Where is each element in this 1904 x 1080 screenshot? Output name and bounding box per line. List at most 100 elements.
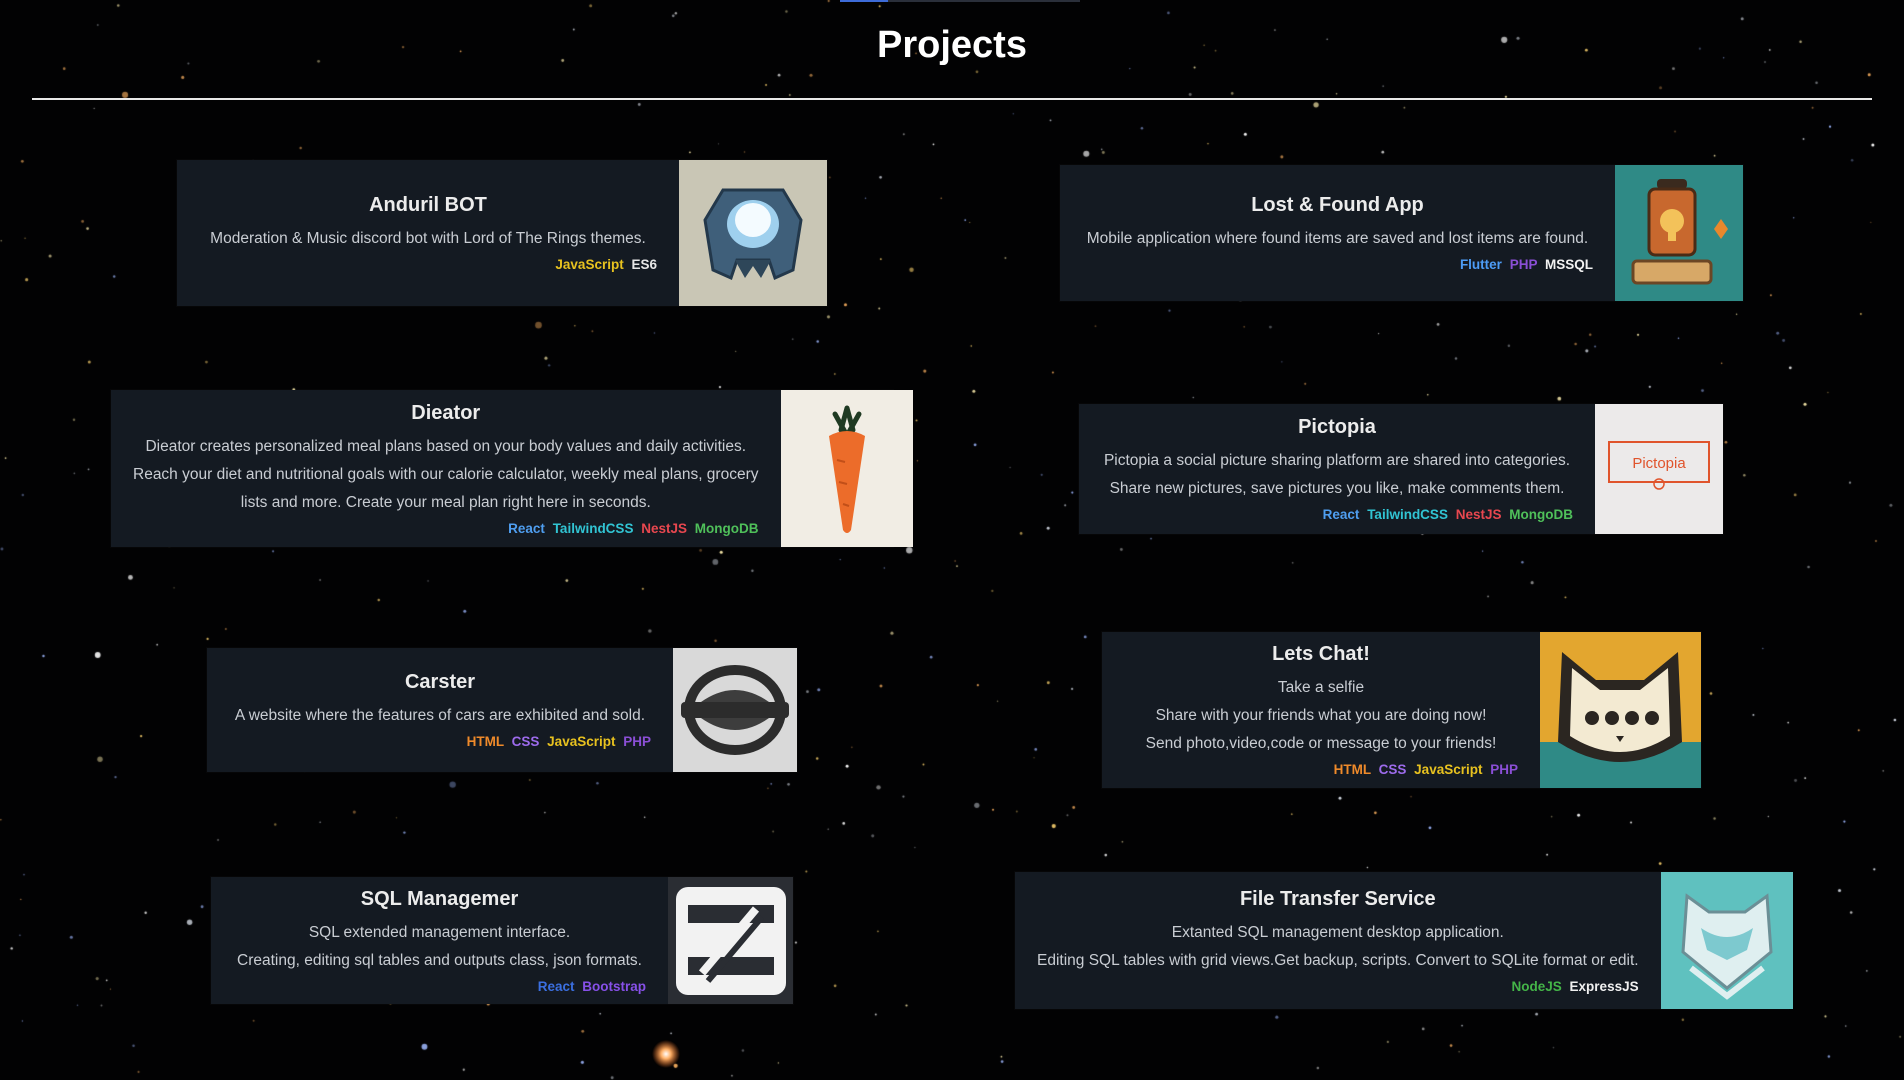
project-title: Anduril BOT bbox=[369, 194, 487, 216]
project-title: Lets Chat! bbox=[1272, 643, 1370, 665]
tech-tag-nestjs: NestJS bbox=[641, 520, 687, 536]
project-card-anduril-bot[interactable]: Anduril BOT Moderation & Music discord b… bbox=[177, 160, 827, 306]
project-card-file-transfer-service[interactable]: File Transfer Service Extanted SQL manag… bbox=[1015, 872, 1793, 1009]
project-card-dieator[interactable]: Dieator Dieator creates personalized mea… bbox=[111, 390, 913, 547]
cat-chat-logo-icon bbox=[1540, 632, 1701, 788]
project-description: SQL extended management interface. Creat… bbox=[233, 919, 646, 975]
project-description-line: Extanted SQL management desktop applicat… bbox=[1171, 923, 1504, 941]
project-card-body: Carster A website where the features of … bbox=[207, 648, 673, 772]
project-title: Lost & Found App bbox=[1251, 194, 1424, 216]
tech-tag-react: React bbox=[1322, 507, 1360, 522]
project-description: Mobile application where found items are… bbox=[1082, 225, 1593, 253]
project-description-line: Reach your diet and nutritional goals wi… bbox=[133, 465, 759, 483]
project-description: Take a selfie Share with your friends wh… bbox=[1124, 674, 1518, 758]
project-description-line: SQL extended management interface. bbox=[308, 923, 571, 941]
tech-tag-es6: ES6 bbox=[631, 257, 657, 272]
project-image bbox=[1660, 872, 1793, 1009]
project-card-body: Anduril BOT Moderation & Music discord b… bbox=[177, 160, 679, 306]
pictopia-logo-text: Pictopia bbox=[1632, 455, 1686, 472]
scroll-indicator-active bbox=[840, 0, 888, 2]
tech-tag-tailwindcss: TailwindCSS bbox=[552, 520, 634, 536]
lantern-box-logo-icon bbox=[1615, 165, 1743, 301]
project-image bbox=[673, 648, 797, 772]
carrot-logo-icon bbox=[780, 390, 913, 547]
project-image bbox=[1540, 632, 1701, 788]
tech-tag-flutter: Flutter bbox=[1459, 257, 1502, 272]
project-card-sql-managemer[interactable]: SQL Managemer SQL extended management in… bbox=[211, 877, 793, 1004]
tech-tag-html: HTML bbox=[1333, 762, 1371, 777]
tech-tag-css: CSS bbox=[1378, 762, 1407, 777]
project-title: Dieator bbox=[411, 401, 481, 424]
tech-tag-tailwindcss: TailwindCSS bbox=[1367, 507, 1448, 522]
top-scroll-indicator bbox=[840, 0, 1080, 2]
tech-tags: React Bootstrap bbox=[233, 979, 646, 994]
robot-helmet-logo-icon bbox=[679, 160, 827, 306]
project-description: Dieator creates personalized meal plans … bbox=[133, 433, 759, 517]
project-description-line: Send photo,video,code or message to your… bbox=[1145, 735, 1497, 752]
tech-tag-mssql: MSSQL bbox=[1544, 257, 1593, 272]
tech-tags: Flutter PHP MSSQL bbox=[1082, 257, 1593, 272]
project-image bbox=[780, 390, 913, 547]
tech-tag-javascript: JavaScript bbox=[1414, 762, 1483, 777]
project-image: Pictopia bbox=[1595, 404, 1723, 534]
tech-tag-css: CSS bbox=[511, 734, 540, 749]
tech-tag-javascript: JavaScript bbox=[555, 257, 624, 272]
fox-shield-logo-icon bbox=[1660, 872, 1793, 1009]
slash-box-logo-icon bbox=[668, 877, 793, 1004]
project-image bbox=[668, 877, 793, 1004]
tech-tag-nestjs: NestJS bbox=[1455, 507, 1502, 522]
project-title: SQL Managemer bbox=[360, 887, 519, 910]
project-card-carster[interactable]: Carster A website where the features of … bbox=[207, 648, 797, 772]
project-image bbox=[1615, 165, 1743, 301]
project-description-line: A website where the features of cars are… bbox=[234, 707, 646, 724]
project-description-line: Share new pictures, save pictures you li… bbox=[1109, 480, 1565, 497]
project-description-line: Mobile application where found items are… bbox=[1086, 230, 1589, 247]
project-card-body: File Transfer Service Extanted SQL manag… bbox=[1015, 872, 1661, 1009]
project-description-line: Creating, editing sql tables and outputs… bbox=[237, 951, 642, 969]
tech-tags: JavaScript ES6 bbox=[199, 257, 657, 272]
tech-tag-nodejs: NodeJS bbox=[1511, 978, 1562, 994]
tech-tag-react: React bbox=[508, 520, 545, 536]
project-card-body: Pictopia Pictopia a social picture shari… bbox=[1079, 404, 1595, 534]
tech-tag-php: PHP bbox=[623, 734, 651, 749]
tech-tags: React TailwindCSS NestJS MongoDB bbox=[133, 520, 759, 536]
tech-tags: NodeJS ExpressJS bbox=[1037, 979, 1639, 994]
tech-tag-javascript: JavaScript bbox=[547, 734, 616, 749]
pictopia-logo-icon: Pictopia bbox=[1595, 404, 1723, 534]
project-card-body: Lost & Found App Mobile application wher… bbox=[1060, 165, 1615, 301]
tech-tag-expressjs: ExpressJS bbox=[1569, 978, 1639, 994]
tech-tags: React TailwindCSS NestJS MongoDB bbox=[1101, 507, 1573, 522]
tech-tag-html: HTML bbox=[466, 734, 504, 749]
title-divider bbox=[32, 98, 1872, 100]
project-card-lets-chat[interactable]: Lets Chat! Take a selfie Share with your… bbox=[1102, 632, 1701, 788]
tech-tag-react: React bbox=[537, 978, 575, 994]
project-description-line: Pictopia a social picture sharing platfo… bbox=[1103, 452, 1571, 469]
project-description: A website where the features of cars are… bbox=[229, 702, 651, 730]
project-card-body: Lets Chat! Take a selfie Share with your… bbox=[1102, 632, 1540, 788]
tech-tag-php: PHP bbox=[1509, 257, 1538, 272]
project-description: Pictopia a social picture sharing platfo… bbox=[1101, 447, 1573, 503]
tech-tags: HTML CSS JavaScript PHP bbox=[229, 734, 651, 749]
project-card-pictopia[interactable]: Pictopia Pictopia a social picture shari… bbox=[1079, 404, 1723, 534]
project-description: Moderation & Music discord bot with Lord… bbox=[199, 225, 657, 253]
tech-tag-bootstrap: Bootstrap bbox=[582, 978, 646, 994]
car-emblem-logo-icon bbox=[673, 648, 797, 772]
project-card-lost-found-app[interactable]: Lost & Found App Mobile application wher… bbox=[1060, 165, 1743, 301]
project-description-line: Moderation & Music discord bot with Lord… bbox=[210, 230, 646, 247]
project-description-line: lists and more. Create your meal plan ri… bbox=[240, 493, 651, 511]
project-title: Carster bbox=[404, 671, 476, 693]
project-description: Extanted SQL management desktop applicat… bbox=[1037, 919, 1639, 975]
project-description-line: Share with your friends what you are doi… bbox=[1155, 707, 1487, 724]
tech-tag-mongodb: MongoDB bbox=[1509, 507, 1573, 522]
project-card-body: SQL Managemer SQL extended management in… bbox=[211, 877, 668, 1004]
tech-tag-mongodb: MongoDB bbox=[694, 520, 759, 536]
tech-tag-php: PHP bbox=[1490, 762, 1518, 777]
project-card-body: Dieator Dieator creates personalized mea… bbox=[111, 390, 781, 547]
project-title: File Transfer Service bbox=[1239, 887, 1436, 910]
tech-tags: HTML CSS JavaScript PHP bbox=[1124, 762, 1518, 777]
project-title: Pictopia bbox=[1298, 416, 1376, 438]
project-image bbox=[679, 160, 827, 306]
project-description-line: Dieator creates personalized meal plans … bbox=[145, 437, 747, 455]
project-description-line: Take a selfie bbox=[1277, 679, 1365, 696]
page-title: Projects bbox=[877, 24, 1027, 66]
